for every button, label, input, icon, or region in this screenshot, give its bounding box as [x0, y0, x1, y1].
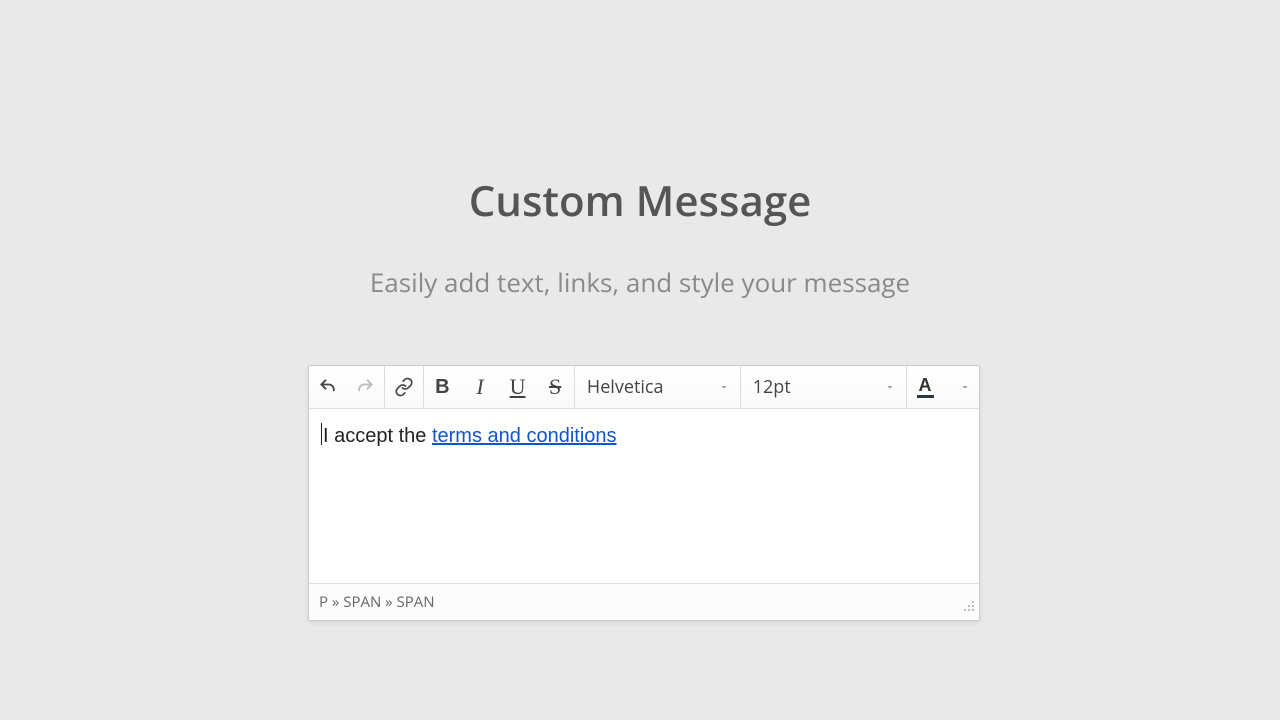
redo-button[interactable]	[347, 366, 385, 408]
bold-button[interactable]: B	[424, 366, 462, 408]
font-size-dropdown[interactable]: 12pt	[740, 366, 906, 408]
chevron-down-icon	[884, 381, 896, 393]
text-color-icon: A	[917, 376, 934, 398]
editor-toolbar: B I U S Helvetica 12pt A	[309, 366, 979, 409]
redo-icon	[355, 377, 375, 397]
italic-button[interactable]: I	[461, 366, 499, 408]
undo-icon	[318, 377, 338, 397]
element-path: P » SPAN » SPAN	[319, 592, 435, 612]
page-root: Custom Message Easily add text, links, a…	[0, 0, 1280, 720]
underline-button[interactable]: U	[499, 366, 537, 408]
editor-statusbar: P » SPAN » SPAN	[309, 583, 979, 620]
text-cursor	[321, 423, 322, 445]
page-subtitle: Easily add text, links, and style your m…	[0, 264, 1280, 300]
content-link[interactable]: terms and conditions	[432, 425, 617, 447]
strikethrough-button[interactable]: S	[536, 366, 574, 408]
text-color-dropdown[interactable]: A	[906, 366, 979, 408]
font-family-label: Helvetica	[587, 375, 708, 399]
chevron-down-icon	[718, 381, 730, 393]
undo-button[interactable]	[309, 366, 347, 408]
rich-text-editor: B I U S Helvetica 12pt A	[308, 365, 980, 621]
content-plain-text: I accept the	[323, 425, 432, 447]
link-icon	[394, 377, 414, 397]
font-size-label: 12pt	[753, 375, 874, 399]
link-button[interactable]	[385, 366, 423, 408]
chevron-down-icon	[959, 381, 971, 393]
page-title: Custom Message	[0, 172, 1280, 229]
font-family-dropdown[interactable]: Helvetica	[574, 366, 740, 408]
resize-handle-icon[interactable]	[961, 597, 975, 617]
editor-content[interactable]: I accept the terms and conditions	[309, 409, 979, 583]
